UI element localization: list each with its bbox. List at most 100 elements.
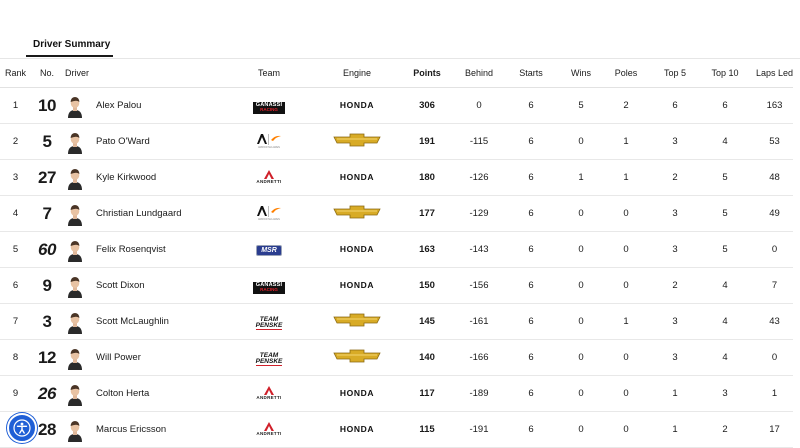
table-row[interactable]: 6 9 Scott Dixon GANASSI RACING HONDA 150 -156 6 0…: [0, 267, 793, 304]
top5-cell: 3: [656, 339, 694, 376]
col-top10[interactable]: Top 10: [694, 59, 756, 88]
driver-link[interactable]: Pato O'Ward: [63, 130, 216, 154]
poles-cell: 1: [596, 159, 656, 196]
top10-cell: 4: [694, 303, 756, 340]
driver-name[interactable]: Christian Lundgaard: [96, 208, 182, 219]
driver-link[interactable]: Felix Rosenqvist: [63, 238, 216, 262]
car-number: 28: [38, 419, 56, 439]
rank-cell: 4: [0, 195, 31, 232]
driver-cell[interactable]: Christian Lundgaard: [63, 195, 216, 232]
andretti-logo-text: ANDRETTI: [256, 395, 282, 401]
behind-cell: -129: [462, 195, 496, 232]
car-number-cell: 7: [31, 195, 63, 232]
driver-link[interactable]: Colton Herta: [63, 382, 216, 406]
driver-name[interactable]: Felix Rosenqvist: [96, 244, 166, 255]
driver-name[interactable]: Pato O'Ward: [96, 136, 150, 147]
driver-cell[interactable]: Marcus Ericsson: [63, 411, 216, 448]
starts-cell: 6: [496, 375, 566, 412]
wins-cell: 0: [566, 303, 596, 340]
table-row[interactable]: 8 12 Will Power TEAM PENSKE 140 -166 6 0 0 3 4 0: [0, 339, 793, 376]
points-cell: 145: [392, 303, 462, 340]
col-no[interactable]: No.: [31, 59, 63, 88]
team-cell: MSR: [216, 231, 322, 268]
table-row[interactable]: 4 7 Christian Lundgaard ARROW McLAREN 177 -12…: [0, 195, 793, 232]
driver-avatar: [68, 132, 82, 154]
engine-cell: HONDA: [322, 267, 392, 304]
driver-cell[interactable]: Scott Dixon: [63, 267, 216, 304]
driver-link[interactable]: Scott McLaughlin: [63, 310, 216, 334]
behind-cell: -166: [462, 339, 496, 376]
driver-link[interactable]: Alex Palou: [63, 94, 216, 118]
driver-name[interactable]: Alex Palou: [96, 100, 141, 111]
arrow-mclaren-logo: ARROW McLAREN: [256, 133, 282, 149]
starts-cell: 6: [496, 87, 566, 124]
car-number: 26: [38, 383, 56, 403]
poles-cell: 0: [596, 339, 656, 376]
table-row[interactable]: 7 3 Scott McLaughlin TEAM PENSKE 145 -161 6 0 1 3 4…: [0, 303, 793, 340]
points-cell: 306: [392, 87, 462, 124]
driver-cell[interactable]: Scott McLaughlin: [63, 303, 216, 340]
col-wins[interactable]: Wins: [566, 59, 596, 88]
behind-cell: -161: [462, 303, 496, 340]
driver-link[interactable]: Kyle Kirkwood: [63, 166, 216, 190]
rank-cell: 1: [0, 87, 31, 124]
behind-cell: -189: [462, 375, 496, 412]
top10-cell: 2: [694, 411, 756, 448]
col-rank[interactable]: Rank: [0, 59, 31, 88]
car-number-cell: 27: [31, 159, 63, 196]
col-laps-led[interactable]: Laps Led: [756, 59, 793, 88]
laps-led-cell: 0: [756, 339, 793, 376]
driver-cell[interactable]: Colton Herta: [63, 375, 216, 412]
honda-logo: HONDA: [339, 100, 375, 110]
col-driver[interactable]: Driver: [63, 59, 216, 88]
driver-cell[interactable]: Will Power: [63, 339, 216, 376]
driver-link[interactable]: Will Power: [63, 346, 216, 370]
col-behind[interactable]: Behind: [462, 59, 496, 88]
rank-cell: 8: [0, 339, 31, 376]
honda-logo: HONDA: [339, 280, 375, 290]
chevrolet-bowtie-icon: [333, 133, 381, 147]
ganassi-logo: GANASSI RACING: [252, 281, 286, 294]
arrow-mclaren-logo: ARROW McLAREN: [256, 205, 282, 220]
driver-name[interactable]: Marcus Ericsson: [96, 424, 166, 435]
driver-cell[interactable]: Pato O'Ward: [63, 123, 216, 160]
table-row[interactable]: 5 60 Felix Rosenqvist MSR HONDA 163 -143 6 0 0 3 5 0: [0, 231, 793, 268]
table-row[interactable]: 1028Marcus EricssonANDRETTIHONDA115-1916…: [0, 411, 793, 448]
driver-name[interactable]: Kyle Kirkwood: [96, 172, 156, 183]
top5-cell: 3: [656, 303, 694, 340]
driver-cell[interactable]: Kyle Kirkwood: [63, 159, 216, 196]
chevrolet-bowtie-icon: [333, 349, 381, 363]
laps-led-cell: 49: [756, 195, 793, 232]
ganassi-logo-subtext: RACING: [260, 287, 278, 292]
driver-name[interactable]: Will Power: [96, 352, 141, 363]
engine-cell: [322, 123, 392, 160]
driver-name[interactable]: Scott McLaughlin: [96, 316, 169, 327]
col-top5[interactable]: Top 5: [656, 59, 694, 88]
table-row[interactable]: 9 26 Colton Herta ANDRETTI HONDA 117 -189 6 0 0 1 3…: [0, 375, 793, 412]
driver-name[interactable]: Scott Dixon: [96, 280, 145, 291]
driver-name[interactable]: Colton Herta: [96, 388, 149, 399]
rank-cell: 3: [0, 159, 31, 196]
points-cell: 117: [392, 375, 462, 412]
driver-link[interactable]: Christian Lundgaard: [63, 202, 216, 226]
behind-cell: -191: [462, 411, 496, 448]
accessibility-icon[interactable]: [7, 413, 37, 443]
col-team[interactable]: Team: [216, 59, 322, 88]
driver-link[interactable]: Marcus Ericsson: [63, 418, 216, 442]
driver-cell[interactable]: Alex Palou: [63, 87, 216, 124]
table-row[interactable]: 2 5 Pato O'Ward ARROW McLAREN 191 -115 6 0 1 3 4 53: [0, 123, 793, 160]
andretti-logo: ANDRETTI: [256, 422, 281, 437]
team-cell: ARROW McLAREN: [216, 195, 322, 232]
driver-cell[interactable]: Felix Rosenqvist: [63, 231, 216, 268]
table-row[interactable]: 1 10 Alex Palou GANASSI RACING HONDA 306 0 6 5 2 6 6…: [0, 87, 793, 124]
table-row[interactable]: 3 27 Kyle Kirkwood ANDRETTI HONDA 180 -126 6 1 1 2…: [0, 159, 793, 196]
col-starts[interactable]: Starts: [496, 59, 566, 88]
col-poles[interactable]: Poles: [596, 59, 656, 88]
driver-link[interactable]: Scott Dixon: [63, 274, 216, 298]
arrow-mclaren-logo-text: ARROW McLAREN: [258, 145, 280, 149]
car-number: 9: [42, 275, 52, 295]
col-points[interactable]: Points: [392, 59, 462, 88]
col-engine[interactable]: Engine: [322, 59, 392, 88]
driver-avatar: [68, 204, 82, 226]
tab-driver-summary[interactable]: Driver Summary: [26, 39, 113, 57]
